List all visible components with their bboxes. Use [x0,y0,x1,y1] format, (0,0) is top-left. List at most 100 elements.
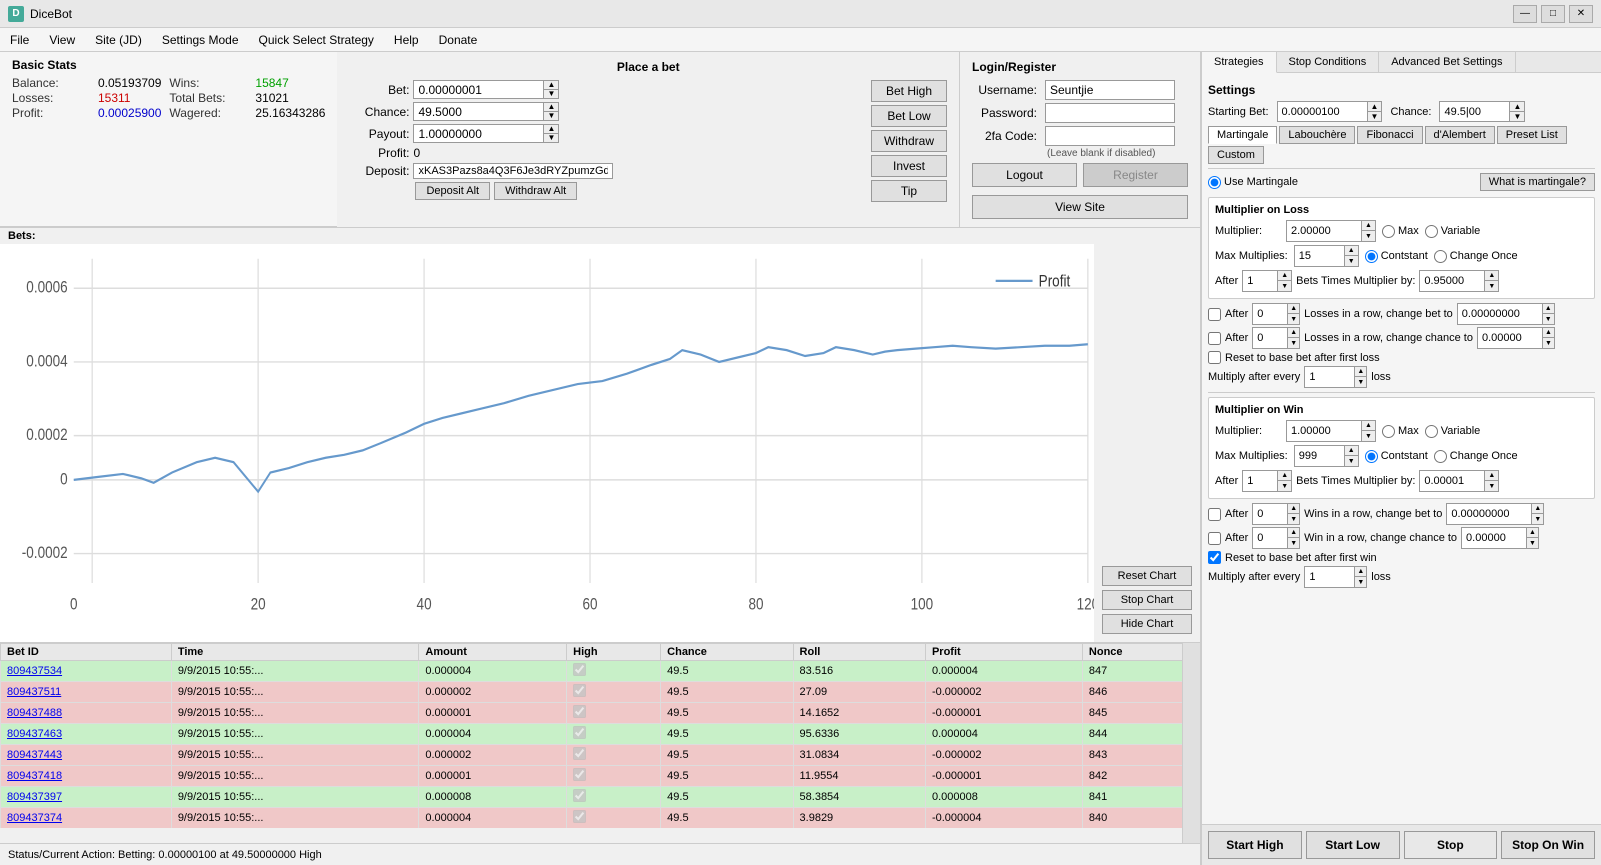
invest-button[interactable]: Invest [871,155,947,177]
stop-chart-button[interactable]: Stop Chart [1102,590,1192,610]
lc2v-up[interactable]: ▲ [1543,328,1554,338]
starting-bet-input[interactable] [1277,101,1367,122]
wc1v-down[interactable]: ▼ [1532,514,1543,524]
logout-button[interactable]: Logout [972,163,1077,187]
bet-id-link[interactable]: 809437397 [7,791,62,803]
constant-loss-radio[interactable]: Contstant [1365,250,1428,263]
change-once-loss-radio[interactable]: Change Once [1434,250,1518,263]
lc2-up[interactable]: ▲ [1288,328,1299,338]
loss-cond-2-after[interactable] [1252,327,1287,349]
loss-cond-2-val[interactable] [1477,327,1542,349]
mul-win-up[interactable]: ▲ [1362,421,1375,431]
withdraw-alt-button[interactable]: Withdraw Alt [494,182,577,200]
restore-button[interactable]: □ [1541,5,1565,23]
max-mul-win-up[interactable]: ▲ [1345,446,1358,456]
tab-stop-conditions[interactable]: Stop Conditions [1277,52,1380,72]
mel-down[interactable]: ▼ [1355,377,1366,387]
bet-id-link[interactable]: 809437511 [7,686,61,698]
view-site-button[interactable]: View Site [972,195,1188,219]
password-input[interactable] [1045,103,1175,123]
martingale-radio-input[interactable] [1208,176,1221,189]
bet-id-link[interactable]: 809437374 [7,812,62,824]
strategy-preset[interactable]: Preset List [1497,126,1567,144]
bet-id-link[interactable]: 809437534 [7,665,62,677]
loss-cond-1-val[interactable] [1457,303,1542,325]
username-input[interactable] [1045,80,1175,100]
times-mult-win-up[interactable]: ▲ [1485,471,1498,481]
reset-base-loss-check[interactable] [1208,351,1221,364]
bet-high-button[interactable]: Bet High [871,80,947,102]
what-is-martingale-button[interactable]: What is martingale? [1480,173,1595,191]
lc2-down[interactable]: ▼ [1288,338,1299,348]
max-win-radio[interactable]: Max [1382,425,1419,438]
payout-spin-down[interactable]: ▼ [544,134,558,142]
menu-settings[interactable]: Settings Mode [152,28,249,51]
lc2v-down[interactable]: ▼ [1543,338,1554,348]
bet-id-link[interactable]: 809437488 [7,707,62,719]
max-mul-loss-up[interactable]: ▲ [1345,246,1358,256]
register-button[interactable]: Register [1083,163,1188,187]
withdraw-button[interactable]: Withdraw [871,130,947,152]
wc2-down[interactable]: ▼ [1288,538,1299,548]
starting-bet-down[interactable]: ▼ [1368,112,1382,121]
bet-spin-down[interactable]: ▼ [544,90,558,98]
mul-win-input[interactable] [1286,420,1361,442]
tab-strategies[interactable]: Strategies [1202,52,1277,73]
lc1v-down[interactable]: ▼ [1543,314,1554,324]
times-mult-loss-down[interactable]: ▼ [1485,281,1498,291]
win-cond-2-check[interactable] [1208,532,1221,545]
after-win-down[interactable]: ▼ [1278,481,1291,491]
constant-win-radio[interactable]: Contstant [1365,450,1428,463]
wc2v-down[interactable]: ▼ [1527,538,1538,548]
after-win-up[interactable]: ▲ [1278,471,1291,481]
strategy-dalembert[interactable]: d'Alembert [1425,126,1495,144]
hide-chart-button[interactable]: Hide Chart [1102,614,1192,634]
use-martingale-radio[interactable]: Use Martingale [1208,176,1298,189]
variable-win-radio[interactable]: Variable [1425,425,1481,438]
bets-table-scroll[interactable]: Bet ID Time Amount High Chance Roll Prof… [0,643,1200,828]
mul-loss-input[interactable] [1286,220,1361,242]
chance-down-right[interactable]: ▼ [1510,112,1524,121]
payout-input[interactable] [413,124,543,143]
max-mul-win-down[interactable]: ▼ [1345,456,1358,466]
scrollbar[interactable] [1182,643,1200,843]
after-loss-input[interactable] [1242,270,1277,292]
lc1-down[interactable]: ▼ [1288,314,1299,324]
win-cond-2-val[interactable] [1461,527,1526,549]
reset-base-win-check[interactable] [1208,551,1221,564]
minimize-button[interactable]: — [1513,5,1537,23]
deposit-input[interactable] [413,163,613,179]
wc2-up[interactable]: ▲ [1288,528,1299,538]
chance-input-right[interactable] [1439,101,1509,122]
strategy-fibonacci[interactable]: Fibonacci [1357,126,1422,144]
wc1v-up[interactable]: ▲ [1532,504,1543,514]
wc2v-up[interactable]: ▲ [1527,528,1538,538]
variable-loss-radio[interactable]: Variable [1425,225,1481,238]
bet-low-button[interactable]: Bet Low [871,105,947,127]
starting-bet-up[interactable]: ▲ [1368,102,1382,112]
loss-cond-1-check[interactable] [1208,308,1221,321]
max-mul-loss-input[interactable] [1294,245,1344,267]
menu-donate[interactable]: Donate [429,28,488,51]
loss-cond-1-after[interactable] [1252,303,1287,325]
mew-down[interactable]: ▼ [1355,577,1366,587]
mel-up[interactable]: ▲ [1355,367,1366,377]
deposit-alt-button[interactable]: Deposit Alt [415,182,490,200]
after-loss-down[interactable]: ▼ [1278,281,1291,291]
times-mult-loss-input[interactable] [1419,270,1484,292]
after-win-input[interactable] [1242,470,1277,492]
bet-id-link[interactable]: 809437463 [7,728,62,740]
stop-button[interactable]: Stop [1404,831,1498,859]
mul-loss-down[interactable]: ▼ [1362,231,1375,241]
win-cond-2-after[interactable] [1252,527,1287,549]
mul-loss-up[interactable]: ▲ [1362,221,1375,231]
mul-every-win-input[interactable] [1304,566,1354,588]
mul-every-loss-input[interactable] [1304,366,1354,388]
menu-quick-select[interactable]: Quick Select Strategy [249,28,384,51]
strategy-labouchere[interactable]: Labouchère [1279,126,1355,144]
bet-id-link[interactable]: 809437443 [7,749,62,761]
change-once-win-radio[interactable]: Change Once [1434,450,1518,463]
mul-win-down[interactable]: ▼ [1362,431,1375,441]
times-mult-win-down[interactable]: ▼ [1485,481,1498,491]
menu-view[interactable]: View [39,28,85,51]
